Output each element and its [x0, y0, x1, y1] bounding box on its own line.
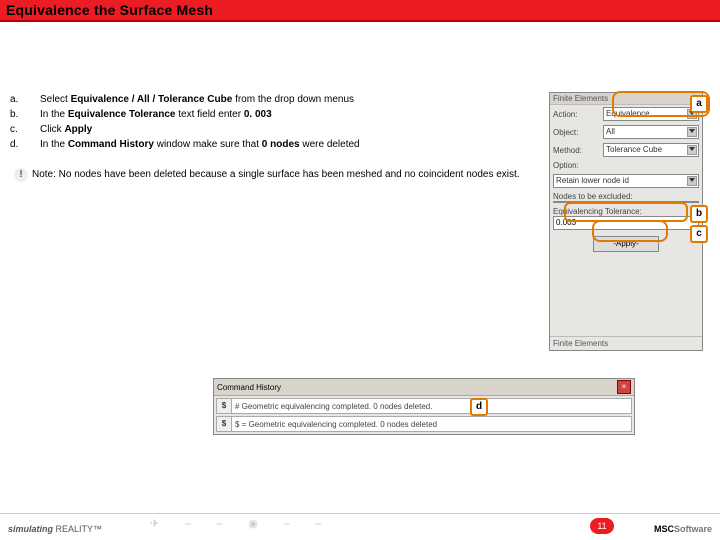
- note-text: Note: No nodes have been deleted because…: [32, 169, 520, 180]
- page-title: Equivalence the Surface Mesh: [6, 2, 213, 18]
- chevron-down-icon: [689, 178, 695, 182]
- panel-footer: Finite Elements: [550, 336, 702, 350]
- brand-msc: MSC: [654, 524, 674, 534]
- command-text: # Geometric equivalencing completed. 0 n…: [232, 402, 631, 411]
- brand-logo: MSCSoftware: [654, 524, 712, 534]
- retain-dropdown[interactable]: Retain lower node id: [553, 174, 699, 188]
- step-b: b. In the Equivalence Tolerance text fie…: [4, 107, 366, 122]
- step-letter: a.: [4, 92, 34, 107]
- step-list: a. Select Equivalence / All / Tolerance …: [4, 92, 366, 152]
- page-number: 11: [590, 518, 614, 534]
- footer-sim: simulating: [8, 524, 53, 534]
- command-history-title: Command History: [217, 383, 281, 392]
- footer-real: REALITY™: [53, 524, 102, 534]
- object-row: Object: All: [550, 123, 702, 141]
- step-d: d. In the Command History window make su…: [4, 137, 366, 152]
- brand-software: Software: [674, 524, 712, 534]
- command-row: $ # Geometric equivalencing completed. 0…: [216, 398, 632, 414]
- object-label: Object:: [553, 128, 603, 137]
- content: a. Select Equivalence / All / Tolerance …: [0, 22, 720, 351]
- callout-c: c: [690, 225, 708, 243]
- step-letter: c.: [4, 122, 34, 137]
- object-dropdown[interactable]: All: [603, 125, 699, 139]
- instructions: a. Select Equivalence / All / Tolerance …: [4, 92, 549, 351]
- callout-a: a: [690, 95, 708, 113]
- title-bar: Equivalence the Surface Mesh: [0, 0, 720, 22]
- chevron-down-icon: [689, 129, 695, 133]
- callout-ring-b: [564, 202, 688, 222]
- prompt-icon: $: [217, 417, 232, 431]
- method-dropdown[interactable]: Tolerance Cube: [603, 143, 699, 157]
- prompt-icon: $: [217, 399, 232, 413]
- note: ! Note: No nodes have been deleted becaus…: [4, 152, 549, 182]
- step-c: c. Click Apply: [4, 122, 366, 137]
- command-row: $ $ = Geometric equivalencing completed.…: [216, 416, 632, 432]
- command-text: $ = Geometric equivalencing completed. 0…: [232, 420, 631, 429]
- step-text: In the Command History window make sure …: [34, 137, 366, 152]
- option-row: Option:: [550, 159, 702, 172]
- command-history-window: Command History × $ # Geometric equivale…: [213, 378, 635, 435]
- retain-row: Retain lower node id: [550, 172, 702, 190]
- step-letter: b.: [4, 107, 34, 122]
- method-row: Method: Tolerance Cube: [550, 141, 702, 159]
- step-text: Click Apply: [34, 122, 366, 137]
- action-label: Action:: [553, 110, 603, 119]
- command-history-titlebar: Command History ×: [214, 379, 634, 396]
- callout-ring-c: [592, 220, 668, 242]
- panel-spacer: [550, 256, 702, 336]
- callout-b: b: [690, 205, 708, 223]
- callout-d: d: [470, 398, 488, 416]
- footer: simulating REALITY™ ✈⎯⎯◉⎯⎯ 11 MSCSoftwar…: [0, 513, 720, 536]
- chevron-down-icon: [689, 147, 695, 151]
- step-text: In the Equivalence Tolerance text field …: [34, 107, 366, 122]
- footer-left: simulating REALITY™: [8, 524, 102, 534]
- info-icon: !: [14, 168, 28, 182]
- exclude-label: Nodes to be excluded:: [553, 192, 633, 201]
- close-icon[interactable]: ×: [617, 380, 631, 394]
- step-letter: d.: [4, 137, 34, 152]
- step-text: Select Equivalence / All / Tolerance Cub…: [34, 92, 366, 107]
- step-a: a. Select Equivalence / All / Tolerance …: [4, 92, 366, 107]
- method-label: Method:: [553, 146, 603, 155]
- option-label: Option:: [553, 161, 603, 170]
- footer-glyph-icons: ✈⎯⎯◉⎯⎯: [150, 517, 347, 531]
